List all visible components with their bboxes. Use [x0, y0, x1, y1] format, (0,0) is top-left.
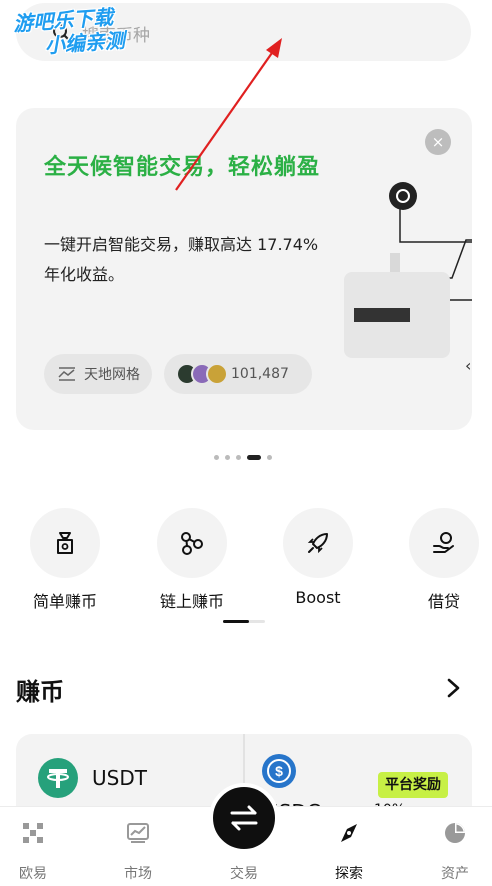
loan-hand-icon — [433, 532, 454, 553]
nav-label: 资产 — [441, 866, 469, 882]
nav-home[interactable]: 欧易 — [0, 807, 73, 886]
action-circle — [283, 508, 353, 578]
close-icon[interactable]: × — [425, 129, 451, 155]
pager-dot-active — [247, 454, 261, 460]
users-chip: 101,487 — [164, 354, 312, 394]
quick-actions: 简单赚币 链上赚币 Boost 借贷 — [0, 508, 492, 611]
grid-bot-illustration — [344, 182, 472, 358]
watermark-overlay: 游吧乐下载 小编亲测 — [12, 4, 125, 60]
svg-text:$: $ — [275, 763, 283, 779]
moneybag-icon — [57, 532, 73, 554]
action-loan[interactable]: 借贷 — [394, 508, 492, 612]
usdt-name: USDT — [92, 766, 147, 790]
nav-market[interactable]: 市场 — [98, 807, 178, 886]
action-circle — [30, 508, 100, 578]
action-label: Boost — [295, 588, 341, 607]
trade-fab-button[interactable] — [209, 783, 279, 853]
tether-icon — [38, 758, 78, 798]
grid-strategy-icon — [58, 367, 75, 381]
action-label: 简单赚币 — [32, 592, 97, 611]
nav-explore[interactable]: 探索 — [309, 807, 389, 886]
usdc-icon: $ — [262, 754, 296, 788]
user-avatars — [176, 363, 228, 385]
next-card-chevron-icon[interactable]: ‹ — [465, 356, 471, 375]
pager-dot — [236, 454, 241, 460]
action-boost[interactable]: Boost — [268, 508, 368, 607]
nav-label: 欧易 — [19, 866, 47, 882]
action-label: 借贷 — [427, 592, 460, 611]
banner-description: 一键开启智能交易，赚取高达 17.74% 年化收益。 — [44, 235, 319, 284]
pager-dot — [225, 454, 230, 460]
reward-badge: 平台奖励 — [378, 772, 448, 798]
banner-title: 全天候智能交易，轻松躺盈 — [44, 155, 321, 180]
actions-scroll-indicator — [223, 620, 265, 623]
earn-section-title: 赚币 — [16, 678, 64, 706]
action-circle — [409, 508, 479, 578]
pie-chart-icon — [445, 823, 465, 843]
chain-icon — [181, 532, 203, 555]
pager-dot — [267, 454, 272, 460]
users-count: 101,487 — [231, 366, 289, 382]
action-label: 链上赚币 — [159, 592, 224, 611]
strategy-chip-label: 天地网格 — [84, 367, 140, 383]
action-circle — [157, 508, 227, 578]
chevron-right-icon[interactable] — [444, 676, 464, 700]
nav-assets[interactable]: 资产 — [415, 807, 492, 886]
nav-label: 探索 — [335, 866, 363, 882]
rocket-icon — [307, 533, 328, 554]
pager-dot — [214, 454, 219, 460]
swap-arrows-icon — [230, 805, 258, 831]
compass-icon — [341, 824, 357, 842]
banner-pager — [214, 454, 278, 460]
nav-label: 交易 — [230, 866, 258, 882]
action-simple-earn[interactable]: 简单赚币 — [15, 508, 115, 612]
okx-logo-icon — [23, 823, 43, 843]
avatar — [206, 363, 228, 385]
action-onchain-earn[interactable]: 链上赚币 — [142, 508, 242, 612]
strategy-chip[interactable]: 天地网格 — [44, 354, 152, 394]
nav-label: 市场 — [124, 866, 152, 882]
actions-scroll-thumb — [223, 620, 249, 623]
market-chart-icon — [127, 823, 149, 843]
promo-banner[interactable]: 全天候智能交易，轻松躺盈 一键开启智能交易，赚取高达 17.74% 年化收益。 … — [16, 108, 472, 430]
